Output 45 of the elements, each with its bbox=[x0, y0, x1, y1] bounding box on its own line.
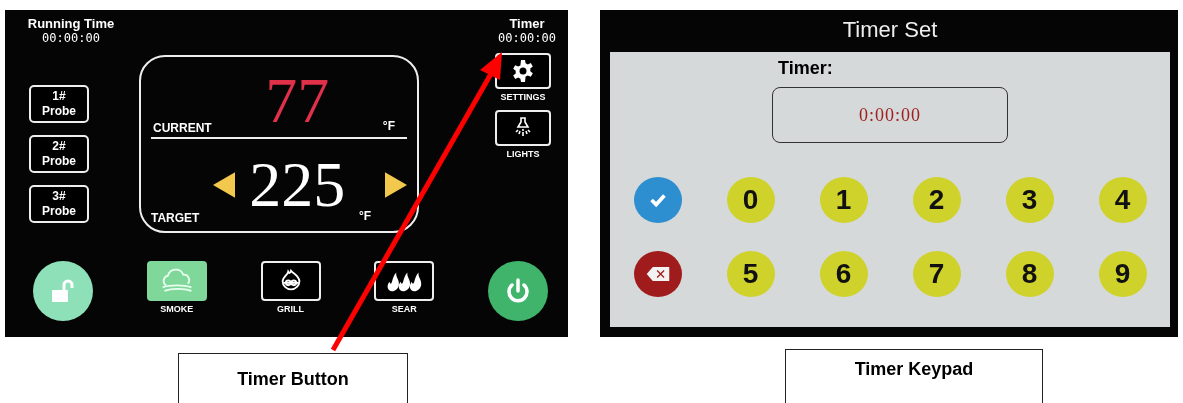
mode-label: SMOKE bbox=[160, 304, 194, 314]
timer-value[interactable]: 00:00:00 bbox=[498, 31, 556, 45]
digit-key[interactable]: 2 bbox=[912, 177, 961, 223]
timer-label: Timer bbox=[509, 16, 545, 31]
screen-title: Timer Set bbox=[841, 16, 939, 44]
mode-label: GRILL bbox=[277, 304, 304, 314]
unlock-button[interactable] bbox=[33, 261, 93, 321]
timer-field-label: Timer: bbox=[778, 58, 833, 79]
button-label: SETTINGS bbox=[500, 92, 546, 102]
target-label: TARGET bbox=[151, 211, 200, 225]
lights-button[interactable] bbox=[495, 110, 551, 146]
current-unit: °F bbox=[382, 119, 395, 133]
settings-button[interactable] bbox=[495, 53, 551, 89]
caption-label: Timer Button bbox=[178, 353, 408, 403]
digit-key[interactable]: 9 bbox=[1098, 251, 1147, 297]
timer-input-field[interactable]: 0:00:00 bbox=[772, 87, 1008, 143]
digit-key[interactable]: 6 bbox=[819, 251, 868, 297]
running-time-value: 00:00:00 bbox=[42, 31, 100, 45]
current-temperature: 77 bbox=[265, 69, 330, 133]
digit-key[interactable]: 5 bbox=[726, 251, 775, 297]
probe-button[interactable]: 3# Probe bbox=[29, 185, 89, 223]
digit-key[interactable]: 7 bbox=[912, 251, 961, 297]
probe-button[interactable]: 1# Probe bbox=[29, 85, 89, 123]
probe-button[interactable]: 2# Probe bbox=[29, 135, 89, 173]
decrease-arrow-icon[interactable] bbox=[213, 171, 236, 199]
sear-mode-button[interactable] bbox=[374, 261, 435, 301]
power-button[interactable] bbox=[488, 261, 548, 321]
confirm-button[interactable] bbox=[633, 177, 682, 223]
digit-key[interactable]: 8 bbox=[1005, 251, 1054, 297]
delete-button[interactable] bbox=[633, 251, 682, 297]
button-label: LIGHTS bbox=[506, 149, 540, 159]
digit-key[interactable]: 1 bbox=[819, 177, 868, 223]
digit-key[interactable]: 3 bbox=[1005, 177, 1054, 223]
smoke-mode-button[interactable] bbox=[146, 261, 207, 301]
grill-mode-button[interactable] bbox=[260, 261, 321, 301]
increase-arrow-icon[interactable] bbox=[384, 171, 407, 199]
caption-label: Timer Keypad bbox=[785, 349, 1043, 403]
target-unit: °F bbox=[359, 209, 372, 223]
current-label: CURRENT bbox=[153, 121, 212, 135]
digit-key[interactable]: 4 bbox=[1098, 177, 1147, 223]
gear-icon bbox=[511, 59, 535, 83]
running-time-label: Running Time bbox=[27, 16, 115, 31]
digit-key[interactable]: 0 bbox=[726, 177, 775, 223]
mode-label: SEAR bbox=[391, 304, 417, 314]
target-temperature: 225 bbox=[249, 150, 346, 220]
